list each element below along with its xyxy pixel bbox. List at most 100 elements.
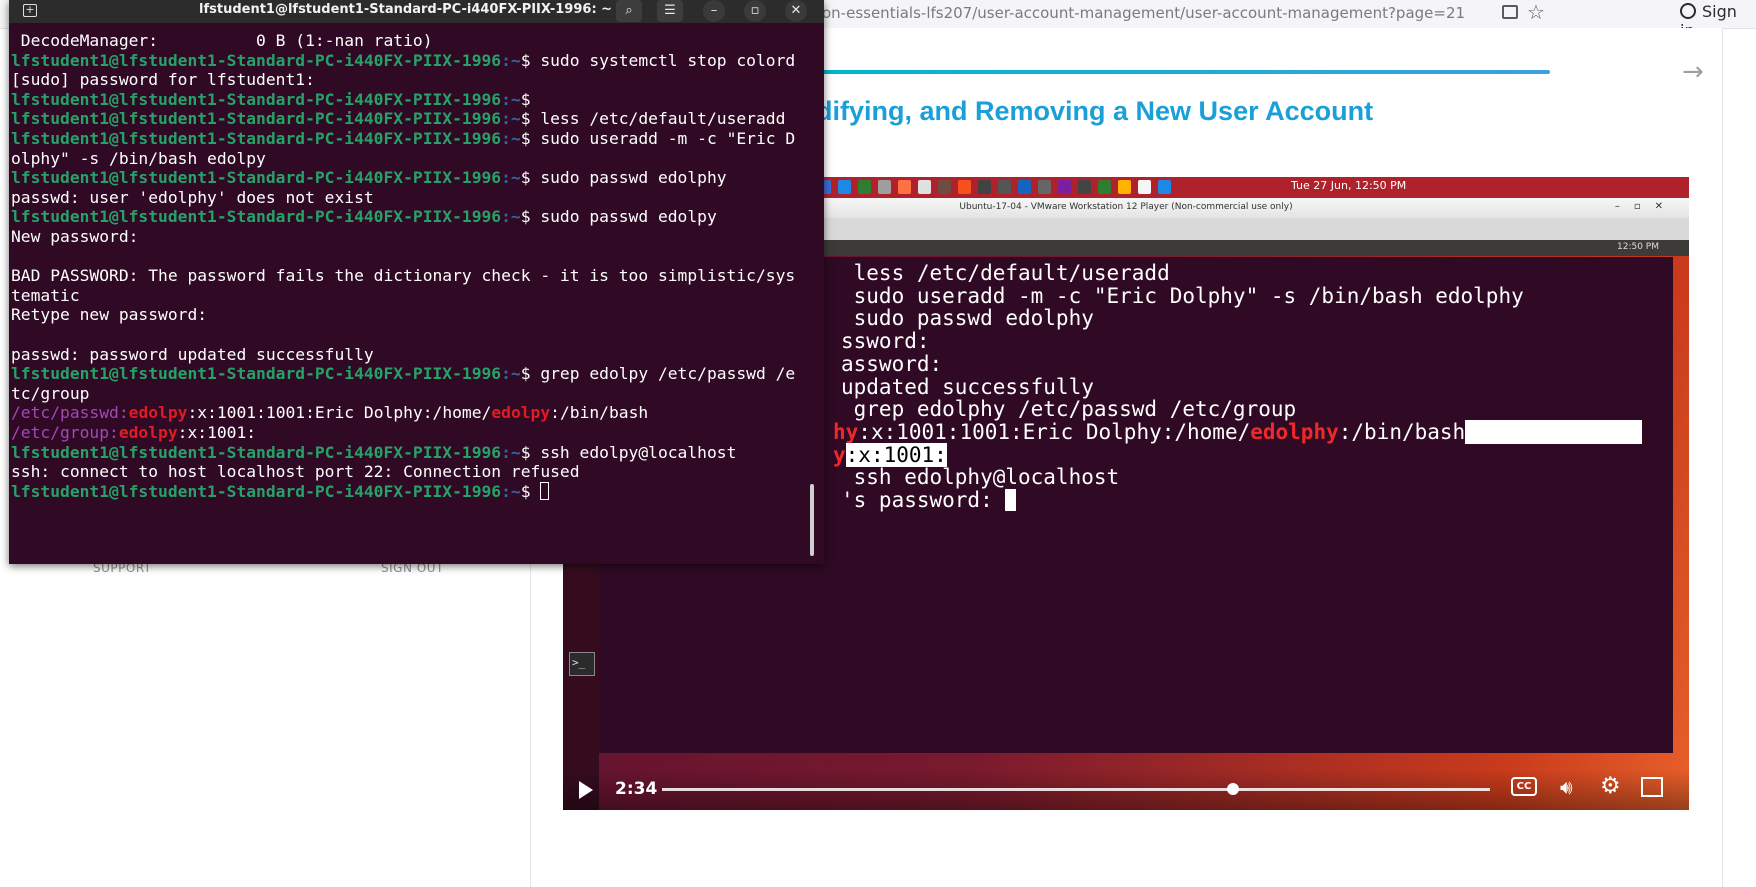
vm-tray-app-icon	[1038, 180, 1051, 194]
prompt-symbol: $	[520, 109, 541, 129]
prompt-symbol: $	[520, 207, 541, 227]
vm-terminal-line: 's password:	[841, 488, 1017, 512]
terminal-scrollbar[interactable]	[810, 484, 814, 556]
prompt-path: :~	[501, 168, 521, 188]
prompt-symbol: $	[520, 481, 541, 501]
vm-tray-app-icon	[978, 180, 991, 194]
command-text: grep edolpy /etc/passwd /e	[540, 364, 796, 384]
grep-match: edolpy	[128, 403, 188, 423]
vm-tray-app-icon	[938, 180, 951, 194]
bookmark-star-icon[interactable]: ☆	[1527, 0, 1545, 24]
reader-view-icon[interactable]	[1502, 5, 1518, 19]
terminal-line: lfstudent1@lfstudent1-Standard-PC-i440FX…	[11, 363, 795, 385]
prompt-user: lfstudent1@lfstudent1-Standard-PC-i440FX…	[11, 481, 502, 501]
minimize-icon[interactable]: –	[703, 0, 725, 22]
command-text: sudo useradd -m -c "Eric D	[540, 129, 796, 148]
prompt-user: lfstudent1@lfstudent1-Standard-PC-i440FX…	[11, 89, 502, 109]
vm-grep-match: edolphy	[1250, 419, 1339, 444]
prompt-symbol: $	[520, 50, 541, 70]
captions-button[interactable]: CC	[1511, 777, 1537, 796]
grep-filename: /etc/passwd:	[11, 403, 129, 423]
terminal-line: New password:	[11, 227, 139, 246]
vm-grep-text: :x:1001:1001:Eric Dolphy:/home/	[858, 419, 1251, 444]
close-icon[interactable]: ✕	[785, 0, 807, 22]
prompt-symbol: $	[520, 364, 541, 384]
grep-text: :/bin/bash	[550, 403, 649, 423]
prompt-user: lfstudent1@lfstudent1-Standard-PC-i440FX…	[11, 50, 502, 70]
settings-gear-icon[interactable]: ⚙	[1600, 773, 1621, 799]
prompt-user: lfstudent1@lfstudent1-Standard-PC-i440FX…	[11, 168, 502, 188]
command-text: sudo passwd edolpy	[540, 207, 717, 227]
vm-tray-app-icon	[958, 180, 971, 194]
prompt-path: :~	[501, 109, 521, 129]
prompt-symbol: $	[520, 129, 541, 148]
terminal-window[interactable]: + lfstudent1@lfstudent1-Standard-PC-i440…	[9, 0, 824, 564]
maximize-icon[interactable]: ▫	[744, 0, 766, 22]
vm-grep-match: y	[833, 442, 846, 467]
grep-text: :x:1001:	[177, 423, 257, 442]
vm-tray-app-icon	[838, 180, 851, 194]
prompt-user: lfstudent1@lfstudent1-Standard-PC-i440FX…	[11, 109, 502, 129]
vm-terminal-line: assword:	[841, 351, 943, 376]
vm-guest-clock: 12:50 PM	[1617, 242, 1659, 252]
vm-terminal-line: sudo useradd -m -c "Eric Dolphy" -s /bin…	[841, 283, 1524, 308]
vm-terminal-line: y:x:1001:	[833, 442, 947, 467]
grep-match: edolpy	[118, 423, 178, 442]
vm-terminal-line: ssword:	[841, 329, 930, 354]
hamburger-menu-icon[interactable]: ☰	[657, 0, 683, 22]
vm-tray-app-icon	[858, 180, 871, 194]
command-text: sudo systemctl stop colord	[540, 50, 796, 70]
prompt-user: lfstudent1@lfstudent1-Standard-PC-i440FX…	[11, 129, 502, 148]
vm-tray-app-icon	[1118, 180, 1131, 194]
prompt-symbol: $	[520, 442, 541, 462]
terminal-line: BAD PASSWORD: The password fails the dic…	[11, 266, 796, 286]
vm-tray-app-icon	[1018, 180, 1031, 194]
prompt-path: :~	[501, 50, 521, 70]
prompt-path: :~	[501, 129, 521, 148]
terminal-title: lfstudent1@lfstudent1-Standard-PC-i440FX…	[199, 2, 613, 17]
grep-match: edolpy	[491, 403, 551, 423]
grep-text: :x:1001:1001:Eric Dolphy:/home/	[187, 403, 492, 423]
vm-terminal-line: hy:x:1001:1001:Eric Dolphy:/home/edolphy…	[833, 419, 1643, 444]
grep-filename: /etc/group:	[11, 423, 119, 442]
fullscreen-icon[interactable]	[1641, 777, 1663, 797]
vm-selection: :x:1001:	[845, 442, 947, 467]
search-icon[interactable]: ⌕	[616, 0, 642, 22]
vm-tray-app-icon	[898, 180, 911, 194]
video-scrubber[interactable]	[662, 788, 1490, 791]
terminal-launcher-icon: >_	[569, 652, 595, 676]
new-tab-icon[interactable]: +	[23, 4, 37, 17]
volume-icon[interactable]: 🔊︎	[1560, 775, 1573, 799]
prompt-path: :~	[501, 481, 521, 501]
vm-tray-app-icon	[1098, 180, 1111, 194]
address-bar-url[interactable]: on-essentials-lfs207/user-account-manage…	[822, 4, 1465, 22]
vm-clock: Tue 27 Jun, 12:50 PM	[1291, 179, 1407, 192]
prompt-path: :~	[501, 89, 521, 109]
prompt-symbol: $	[520, 168, 541, 188]
vm-terminal-line: ssh edolphy@localhost	[841, 465, 1120, 490]
vm-tray-app-icon	[878, 180, 891, 194]
play-button[interactable]	[579, 781, 593, 799]
vm-terminal-line: less /etc/default/useradd	[841, 261, 1170, 285]
lesson-title: difying, and Removing a New User Account	[816, 96, 1374, 126]
command-text: ssh edolpy@localhost	[540, 442, 737, 462]
video-scrubber-handle[interactable]	[1227, 783, 1240, 795]
vm-grep-match: hy	[833, 419, 859, 444]
vm-grep-text: :/bin/bash	[1338, 419, 1466, 444]
vm-tray-app-icon	[1078, 180, 1091, 194]
account-icon	[1680, 3, 1696, 19]
vm-line-text: 's password:	[841, 488, 1006, 512]
vm-tray-app-icon	[1158, 180, 1171, 194]
prompt-user: lfstudent1@lfstudent1-Standard-PC-i440FX…	[11, 207, 502, 227]
vm-tray-app-icon	[998, 180, 1011, 194]
terminal-line: lfstudent1@lfstudent1-Standard-PC-i440FX…	[11, 481, 550, 503]
lesson-progress-line	[800, 70, 1550, 74]
vm-window-controls: –▫✕	[1614, 201, 1677, 212]
video-time: 2:34	[615, 779, 658, 799]
text-cursor	[540, 481, 550, 500]
prompt-symbol: $	[520, 89, 541, 109]
vm-tray-app-icon	[918, 180, 931, 194]
terminal-line: Retype new password:	[11, 305, 208, 325]
next-page-arrow-icon[interactable]: →	[1682, 57, 1704, 87]
terminal-titlebar[interactable]: + lfstudent1@lfstudent1-Standard-PC-i440…	[9, 0, 824, 23]
